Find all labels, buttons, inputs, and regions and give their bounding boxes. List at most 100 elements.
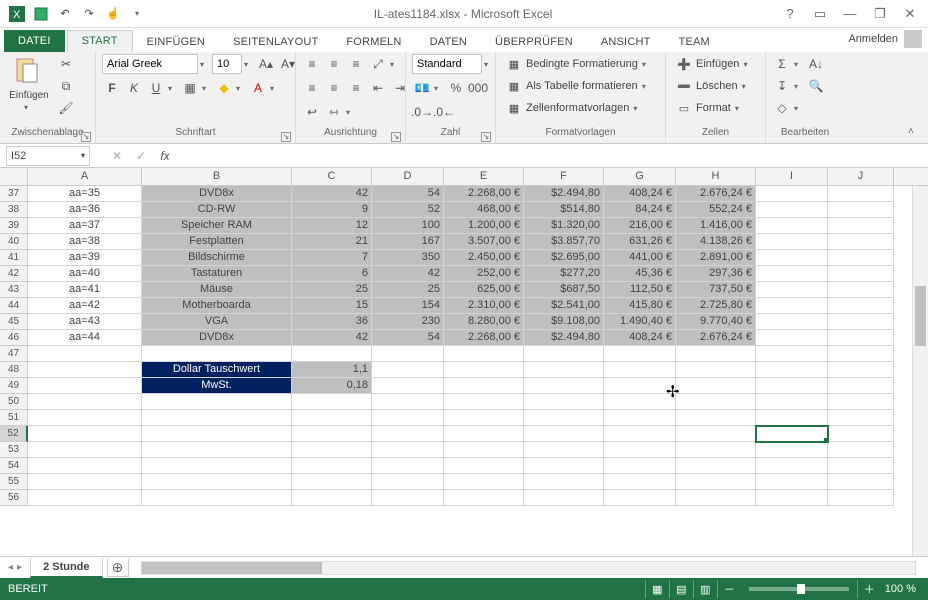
cell[interactable]: 9 xyxy=(292,202,372,218)
font-name-input[interactable] xyxy=(102,54,198,74)
col-header-A[interactable]: A xyxy=(28,168,142,185)
cell[interactable] xyxy=(444,394,524,410)
cell[interactable] xyxy=(604,394,676,410)
cell[interactable]: 2.450,00 € xyxy=(444,250,524,266)
cell[interactable] xyxy=(524,490,604,506)
col-header-J[interactable]: J xyxy=(828,168,894,185)
cell[interactable]: $2.494,80 xyxy=(524,186,604,202)
cell[interactable] xyxy=(756,442,828,458)
row-header[interactable]: 39 xyxy=(0,218,28,234)
cell[interactable] xyxy=(372,362,444,378)
cell[interactable]: Motherboarda xyxy=(142,298,292,314)
cell[interactable] xyxy=(142,346,292,362)
vertical-scrollbar[interactable] xyxy=(912,186,928,556)
cell[interactable] xyxy=(828,282,894,298)
cell[interactable]: Speicher RAM xyxy=(142,218,292,234)
cell[interactable]: aa=43 xyxy=(28,314,142,330)
cell[interactable] xyxy=(372,394,444,410)
cell[interactable] xyxy=(524,362,604,378)
cell[interactable]: 1.200,00 € xyxy=(444,218,524,234)
cell[interactable] xyxy=(444,378,524,394)
align-middle-icon[interactable]: ≡ xyxy=(324,54,344,74)
row-header[interactable]: 54 xyxy=(0,458,28,474)
zoom-slider-thumb[interactable] xyxy=(797,584,805,594)
cell[interactable] xyxy=(828,426,894,442)
underline-dropdown-icon[interactable]: ▾ xyxy=(168,84,178,93)
horizontal-scrollbar[interactable] xyxy=(141,561,916,575)
cell[interactable]: 25 xyxy=(292,282,372,298)
grow-font-icon[interactable]: A▴ xyxy=(256,54,276,74)
sheet-nav-last-icon[interactable]: ▸ xyxy=(17,562,22,573)
cell[interactable] xyxy=(524,378,604,394)
align-left-icon[interactable]: ≡ xyxy=(302,78,322,98)
sort-filter-icon[interactable]: A↓ xyxy=(806,54,826,74)
cell-styles-button[interactable]: ▦Zellenformatvorlagen▾ xyxy=(502,98,656,118)
row-header[interactable]: 47 xyxy=(0,346,28,362)
cell[interactable] xyxy=(444,426,524,442)
orientation-icon[interactable]: ⤢ xyxy=(368,54,388,74)
cell[interactable]: Dollar Tauschwert xyxy=(142,362,292,378)
cell[interactable]: 8.280,00 € xyxy=(444,314,524,330)
cell[interactable] xyxy=(28,490,142,506)
cell[interactable] xyxy=(28,362,142,378)
row-header[interactable]: 44 xyxy=(0,298,28,314)
cell[interactable]: 552,24 € xyxy=(676,202,756,218)
cell[interactable] xyxy=(756,394,828,410)
cell[interactable]: 167 xyxy=(372,234,444,250)
cell[interactable] xyxy=(372,346,444,362)
cell[interactable] xyxy=(676,442,756,458)
row-header[interactable]: 51 xyxy=(0,410,28,426)
cell[interactable]: 1,1 xyxy=(292,362,372,378)
cell[interactable] xyxy=(444,362,524,378)
tab-start[interactable]: START xyxy=(67,30,133,52)
cell[interactable] xyxy=(828,362,894,378)
cell[interactable]: 21 xyxy=(292,234,372,250)
cell[interactable] xyxy=(676,458,756,474)
cell[interactable] xyxy=(756,474,828,490)
cell[interactable] xyxy=(676,394,756,410)
cell[interactable] xyxy=(142,442,292,458)
cell[interactable] xyxy=(28,394,142,410)
tab-team[interactable]: Team xyxy=(665,32,724,52)
cell[interactable] xyxy=(142,394,292,410)
cell[interactable]: 4.138,26 € xyxy=(676,234,756,250)
cell[interactable] xyxy=(524,458,604,474)
cell[interactable] xyxy=(756,362,828,378)
cell[interactable] xyxy=(828,394,894,410)
cell[interactable] xyxy=(372,490,444,506)
wrap-text-icon[interactable]: ↩ xyxy=(302,102,322,122)
enter-formula-icon[interactable]: ✓ xyxy=(132,147,150,165)
hscroll-thumb[interactable] xyxy=(142,562,322,574)
cell[interactable] xyxy=(756,266,828,282)
cell[interactable]: 84,24 € xyxy=(604,202,676,218)
row-header[interactable]: 52 xyxy=(0,426,28,442)
number-format-input[interactable] xyxy=(412,54,482,74)
cell[interactable] xyxy=(828,250,894,266)
col-header-I[interactable]: I xyxy=(756,168,828,185)
cell[interactable]: 54 xyxy=(372,186,444,202)
cell[interactable] xyxy=(292,458,372,474)
col-header-F[interactable]: F xyxy=(524,168,604,185)
cell[interactable] xyxy=(28,378,142,394)
tab-pagelayout[interactable]: SEITENLAYOUT xyxy=(219,32,332,52)
cell[interactable]: 2.676,24 € xyxy=(676,330,756,346)
align-top-icon[interactable]: ≡ xyxy=(302,54,322,74)
format-painter-icon[interactable]: 🖌 xyxy=(56,98,76,118)
cell[interactable]: 216,00 € xyxy=(604,218,676,234)
cell[interactable]: 25 xyxy=(372,282,444,298)
percent-icon[interactable]: % xyxy=(446,78,466,98)
ribbon-display-icon[interactable]: ▭ xyxy=(808,4,832,24)
cell[interactable] xyxy=(756,234,828,250)
comma-icon[interactable]: 000 xyxy=(468,78,488,98)
col-header-G[interactable]: G xyxy=(604,168,676,185)
cell[interactable] xyxy=(604,362,676,378)
cell[interactable]: Festplatten xyxy=(142,234,292,250)
row-header[interactable]: 45 xyxy=(0,314,28,330)
accounting-dropdown-icon[interactable]: ▾ xyxy=(434,84,444,93)
cell[interactable]: 3.507,00 € xyxy=(444,234,524,250)
cell[interactable] xyxy=(142,410,292,426)
cell[interactable] xyxy=(28,346,142,362)
cell[interactable] xyxy=(604,458,676,474)
cell[interactable] xyxy=(372,410,444,426)
font-color-icon[interactable]: A xyxy=(248,78,268,98)
